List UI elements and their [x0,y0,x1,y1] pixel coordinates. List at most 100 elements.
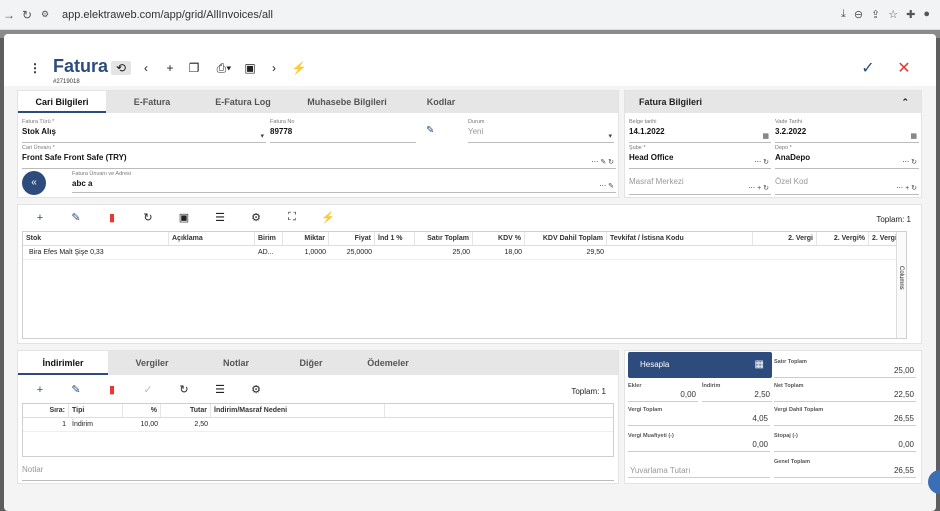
tab-diger[interactable]: Diğer [276,351,346,375]
items-grid-header: Stok Açıklama Birim Miktar Fiyat İnd 1 %… [23,232,906,246]
calendar-icon[interactable]: ▦ [762,132,769,140]
copy-icon[interactable]: ❐ [186,61,202,75]
fatura-no-field[interactable]: Fatura No 89778 [270,119,416,143]
edit-icon[interactable]: ✎ [426,125,434,136]
satir-toplam: Satır Toplam 25,00 [774,356,916,378]
browser-bar: → ↻ ⚙ app.elektraweb.com/app/grid/AllInv… [0,0,940,30]
field-actions-icons[interactable]: ⋯ ✎ [599,182,614,190]
discounts-grid-header: Sıra: Tipi % Tutar İndirim/Masraf Nedeni [23,404,613,418]
add-icon[interactable]: + [162,61,178,75]
confirm-icon[interactable]: ✓ [860,58,876,78]
depo-field[interactable]: Depo * AnaDepo ⋯ ↻ [775,145,919,169]
share-icon[interactable]: ⇪ [871,8,880,21]
cari-unvani-field[interactable]: Cari Ünvanı * Front Safe Front Safe (TRY… [22,145,616,169]
tab-cari-bilgileri[interactable]: Cari Bilgileri [18,91,106,113]
tab-indirimler[interactable]: İndirimler [18,351,108,375]
tab-e-fatura-log[interactable]: E-Fatura Log [198,91,288,113]
vade-tarihi-field[interactable]: Vade Tarihi 3.2.2022 ▦ [775,119,919,143]
extensions-icon[interactable]: ✚ [906,8,915,21]
items-toolbar: + ✎ ▮ ↻ ▣ ☰ ⚙ ⛶ ⚡ [22,211,346,224]
delete-icon[interactable]: ▮ [94,383,130,396]
tab-kodlar[interactable]: Kodlar [406,91,476,113]
ekler[interactable]: Ekler 0,00 [628,380,698,402]
sube-field[interactable]: Şube * Head Office ⋯ ↻ [629,145,771,169]
reload-icon[interactable]: ↻ [18,8,36,22]
more-menu-icon[interactable]: ⋮ [27,61,43,75]
print-icon[interactable]: ⎙▾ [212,61,236,76]
items-grid: Stok Açıklama Birim Miktar Fiyat İnd 1 %… [22,231,907,339]
edit-icon[interactable]: ✎ [58,211,94,224]
yuvarlama-field[interactable]: Yuvarlama Tutarı [628,456,770,478]
refresh-icon[interactable]: ↻ [130,211,166,224]
dropdown-arrow-icon[interactable]: ▾ [608,132,612,140]
calculator-icon[interactable]: ▦ [755,352,764,378]
discounts-panel: İndirimler Vergiler Notlar Diğer Ödemele… [17,350,619,484]
invoice-dialog: ⋮ Fatura #2719018 ⟲ ‹ + ❐ ⎙▾ ▣ › ⚡ ✓ ✕ C… [4,34,936,511]
delete-icon[interactable]: ▮ [94,211,130,224]
genel-toplam: Genel Toplam 26,55 [774,456,916,478]
close-icon[interactable]: ✕ [896,58,912,78]
fatura-bilgileri-panel: Fatura Bilgileri ⌃ Belge tarihi 14.1.202… [624,90,922,198]
panel-header: Fatura Bilgileri ⌃ [625,91,921,113]
edit-icon[interactable]: ✎ [58,383,94,396]
discounts-toolbar: + ✎ ▮ ✓ ↻ ☰ ⚙ [22,383,274,397]
bottom-tabs: İndirimler Vergiler Notlar Diğer Ödemele… [18,351,618,375]
tab-notlar[interactable]: Notlar [196,351,276,375]
masraf-merkezi-field[interactable]: Masraf Merkezi ⋯ + ↻ [629,175,771,195]
calendar-icon[interactable]: ▦ [910,132,917,140]
add-icon[interactable]: + [22,212,58,224]
hesapla-button[interactable]: Hesapla ▦ [628,352,772,378]
field-actions-icons[interactable]: ⋯ ↻ [754,158,769,166]
tab-odemeler[interactable]: Ödemeler [346,351,430,375]
install-icon[interactable]: ⤓ [841,8,846,21]
page-title: Fatura [53,56,109,76]
address-bar[interactable]: app.elektraweb.com/app/grid/AllInvoices/… [62,9,841,21]
durum-field[interactable]: Durum Yeni ▾ [468,119,614,143]
items-panel: + ✎ ▮ ↻ ▣ ☰ ⚙ ⛶ ⚡ Toplam: 1 Stok Açıklam… [17,204,922,344]
save-icon[interactable]: ▣ [242,61,258,75]
lightning-icon[interactable]: ⚡ [310,211,346,224]
top-tabs: Cari Bilgileri E-Fatura E-Fatura Log Muh… [18,91,618,113]
ozel-kod-field[interactable]: Özel Kod ⋯ + ↻ [775,175,919,195]
chevron-right-icon[interactable]: › [266,61,282,75]
field-actions-icons[interactable]: ⋯ ✎ ↻ [591,158,614,166]
cari-panel: Cari Bilgileri E-Fatura E-Fatura Log Muh… [17,90,619,198]
invoice-number: #2719018 [53,79,80,85]
check-all-icon[interactable]: ✓ [130,383,166,396]
site-info-icon[interactable]: ⚙ [36,9,54,20]
settings-icon[interactable]: ⚙ [238,383,274,396]
bookmark-icon[interactable]: ☆ [888,8,898,21]
zoom-icon[interactable]: ⊖ [854,8,863,21]
tab-e-fatura[interactable]: E-Fatura [106,91,198,113]
chevron-left-icon[interactable]: ‹ [138,61,154,75]
field-actions-icons[interactable]: ⋯ ↻ [902,158,917,166]
forward-icon[interactable]: → [0,8,18,22]
settings-icon[interactable]: ⚙ [238,211,274,224]
field-actions-icons[interactable]: ⋯ + ↻ [896,184,917,192]
field-actions-icons[interactable]: ⋯ + ↻ [748,184,769,192]
tab-muhasebe-bilgileri[interactable]: Muhasebe Bilgileri [288,91,406,113]
columns-side-panel[interactable]: Columns [896,232,906,338]
refresh-icon[interactable]: ↻ [166,383,202,396]
history-icon[interactable]: ⟲ [111,61,131,75]
table-row[interactable]: Bira Efes Malt Şişe 0,33 AD... 1,0000 25… [23,246,906,260]
unvan-adres-field[interactable]: Fatura Ünvanı ve Adresi abc a ⋯ ✎ [72,171,616,193]
tab-vergiler[interactable]: Vergiler [108,351,196,375]
collapse-icon[interactable]: « [22,171,46,195]
notes-field[interactable]: Notlar [22,463,614,481]
fullscreen-icon[interactable]: ⛶ [274,211,310,224]
indirim[interactable]: İndirim 2,50 [702,380,772,402]
menu-icon[interactable]: ☰ [202,211,238,224]
table-row[interactable]: 1 İndirim 10,00 2,50 [23,418,613,432]
fatura-turu-field[interactable]: Fatura Türü * Stok Alış ▾ [22,119,266,143]
stopaj[interactable]: Stopaj (-) 0,00 [774,430,916,452]
menu-icon[interactable]: ☰ [202,383,238,396]
lightning-icon[interactable]: ⚡ [291,61,307,75]
excel-icon[interactable]: ▣ [166,211,202,224]
dropdown-arrow-icon[interactable]: ▾ [260,132,264,140]
vergi-muafiyeti[interactable]: Vergi Muafiyeti (-) 0,00 [628,430,770,452]
belge-tarihi-field[interactable]: Belge tarihi 14.1.2022 ▦ [629,119,771,143]
profile-icon[interactable]: ● [923,8,930,21]
add-icon[interactable]: + [22,384,58,396]
collapse-chevron-icon[interactable]: ⌃ [901,91,909,113]
